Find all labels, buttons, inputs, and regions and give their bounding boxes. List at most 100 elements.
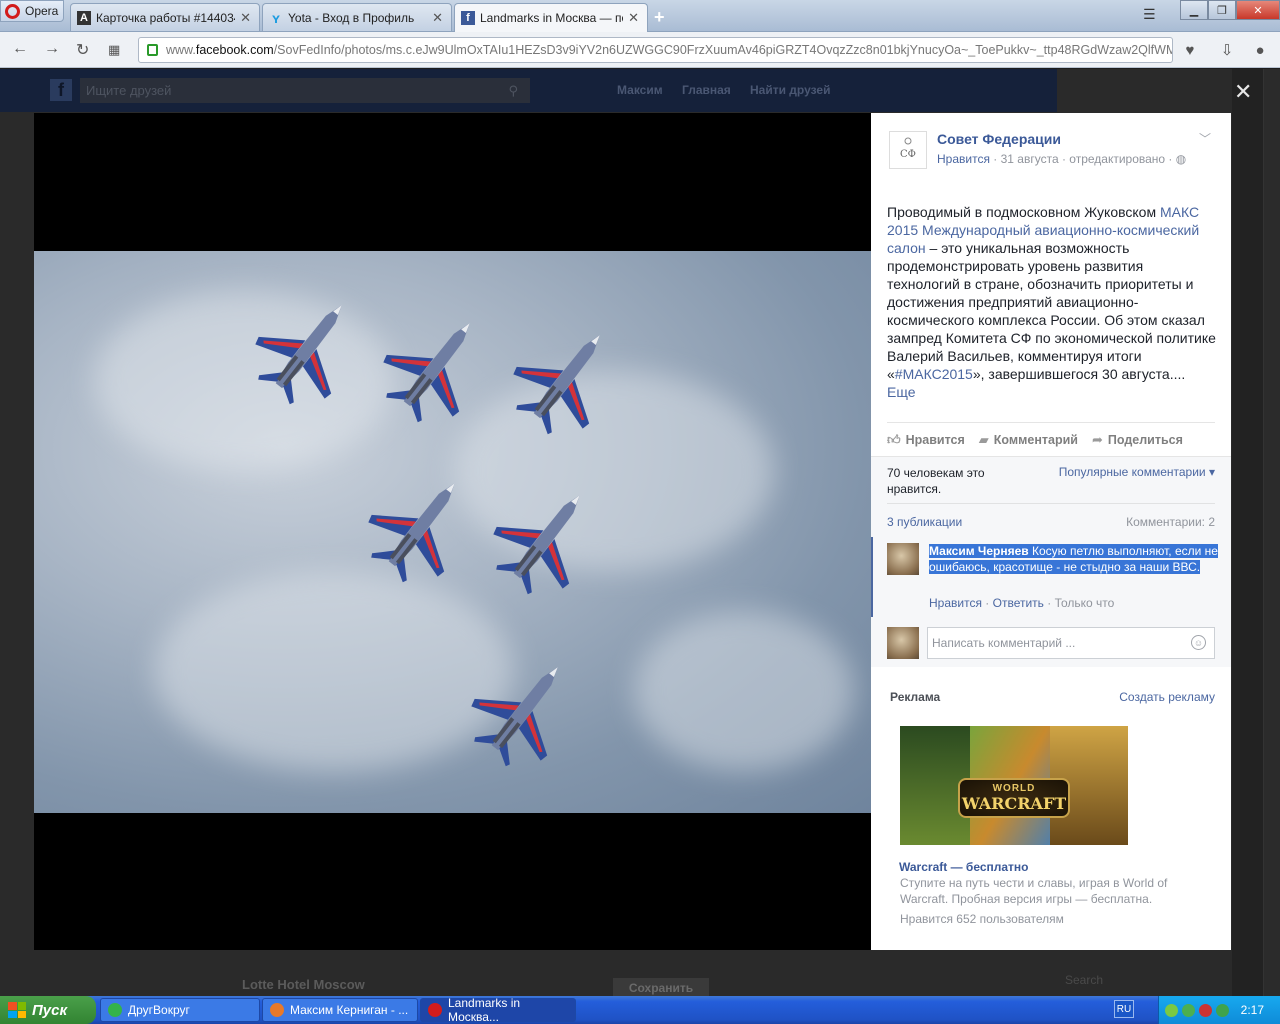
popular-comments-dropdown[interactable]: Популярные комментарии ▾ [1059, 465, 1215, 479]
tab-yota[interactable]: ʏ Yota - Вход в Профиль ✕ [262, 3, 452, 31]
maximize-button[interactable]: ❐ [1208, 0, 1236, 20]
new-tab-button[interactable]: + [654, 7, 665, 28]
windows-taskbar: Пуск ДругВокруг Максим Керниган - ... La… [0, 996, 1280, 1024]
comment-reply-link[interactable]: Ответить [993, 596, 1044, 610]
comment-time: Только что [1054, 596, 1115, 610]
post-text: Проводимый в подмосковном Жуковском МАКС… [887, 204, 1216, 400]
likes-count[interactable]: 70 человекам это нравится. [887, 465, 1007, 497]
nav-home[interactable]: Главная [682, 83, 731, 97]
windows-flag-icon [8, 1002, 26, 1018]
tab-title: Yota - Вход в Профиль [288, 10, 415, 25]
search-icon[interactable]: ⚲ [508, 78, 518, 103]
post-date: · 31 августа · отредактировано · [989, 152, 1176, 166]
ad-likes: Нравится 652 пользователям [900, 912, 1064, 926]
facebook-logo-icon[interactable]: f [50, 79, 72, 101]
address-toolbar: ← → ↻ ▦ www.facebook.com/SovFedInfo/phot… [0, 32, 1280, 68]
photo-aerobatic-jets[interactable] [34, 251, 871, 813]
close-icon[interactable]: ✕ [240, 10, 251, 26]
nav-find-friends[interactable]: Найти друзей [750, 83, 830, 97]
post-meta: Нравится · 31 августа · отредактировано … [937, 152, 1186, 166]
commenter-avatar[interactable] [887, 543, 919, 575]
tray-update-icon[interactable] [1216, 1003, 1229, 1017]
comment-button[interactable]: ▰ Комментарий [979, 432, 1078, 448]
window-close-button[interactable]: ✕ [1236, 0, 1280, 20]
tab-title: Landmarks in Москва — поиск [480, 11, 623, 25]
opera-menu-button[interactable]: Opera [0, 0, 64, 22]
tab-menu-icon[interactable]: ☰ [1143, 6, 1156, 23]
system-tray: 2:17 [1158, 996, 1280, 1024]
background-save-button[interactable]: Сохранить [613, 978, 709, 998]
comment-like-link[interactable]: Нравится [929, 596, 982, 610]
comment-bubble-icon: ▰ [978, 431, 989, 447]
nav-profile[interactable]: Максим [617, 83, 663, 97]
federation-council-logo-icon: СФ [900, 137, 916, 160]
ad-description: Ступите на путь чести и славы, играя в W… [900, 876, 1168, 906]
start-label: Пуск [32, 1001, 68, 1019]
page-like-link[interactable]: Нравится [937, 152, 990, 166]
close-icon[interactable]: ✕ [432, 10, 443, 26]
tab-landmarks[interactable]: f Landmarks in Москва — поиск ✕ [454, 3, 648, 32]
like-button[interactable]: 👍︎ Нравится [887, 432, 965, 448]
composer-avatar [887, 627, 919, 659]
chevron-down-icon[interactable]: ﹀ [1199, 130, 1211, 147]
facebook-search-input[interactable]: Ищите друзей ⚲ [80, 78, 530, 103]
share-button[interactable]: ➦ Поделиться [1092, 432, 1183, 448]
shares-link[interactable]: 3 публикации [887, 515, 962, 529]
hashtag-link[interactable]: #МАКС2015 [895, 366, 973, 382]
firefox-icon [270, 1003, 284, 1017]
page-name-link[interactable]: Совет Федерации [937, 131, 1061, 147]
emoji-icon[interactable]: ☺ [1191, 635, 1206, 650]
taskbar-item-opera[interactable]: Landmarks in Москва... [420, 996, 576, 1024]
facebook-icon: f [461, 11, 475, 25]
start-button[interactable]: Пуск [0, 996, 96, 1024]
download-icon[interactable]: ⇩ [1215, 38, 1239, 62]
tray-app-icon[interactable] [1182, 1003, 1195, 1017]
close-icon[interactable]: ✕ [628, 10, 639, 26]
photo-viewer [34, 113, 871, 950]
tray-network-icon[interactable] [1165, 1003, 1178, 1017]
tab-card[interactable]: A Карточка работы #1440349 ✕ [70, 3, 260, 31]
warcraft-ad-image[interactable]: WORLD WARCRAFT [900, 726, 1128, 845]
close-photo-icon[interactable]: ✕ [1234, 79, 1252, 105]
ads-header: Реклама [890, 690, 941, 704]
ad-title-link[interactable]: Warcraft — бесплатно [899, 860, 1029, 874]
reload-icon[interactable]: ↻ [76, 40, 89, 60]
thumbs-up-icon: 👍︎ [887, 431, 901, 447]
taskbar-item-drugvokrug[interactable]: ДругВокруг [100, 998, 260, 1022]
back-arrow-icon[interactable]: ← [12, 40, 28, 58]
language-indicator[interactable]: RU [1114, 1000, 1134, 1018]
forward-arrow-icon[interactable]: → [44, 40, 60, 58]
jets-formation [237, 276, 636, 783]
share-arrow-icon: ➦ [1091, 431, 1103, 447]
minimize-button[interactable]: ▁ [1180, 0, 1208, 20]
tab-title: Карточка работы #1440349 [96, 10, 236, 25]
see-more-link[interactable]: Еще [887, 384, 916, 400]
drugvokrug-icon [108, 1003, 122, 1017]
url-text: www.facebook.com/SovFedInfo/photos/ms.c.… [166, 43, 1173, 57]
page-avatar[interactable]: СФ [889, 131, 927, 169]
tray-security-icon[interactable] [1199, 1003, 1212, 1017]
comment-input[interactable]: Написать комментарий ... ☺ [927, 627, 1215, 659]
browser-tab-strip: Opera A Карточка работы #1440349 ✕ ʏ Yot… [0, 0, 1280, 32]
lock-icon [147, 44, 158, 56]
user-icon[interactable]: ● [1248, 38, 1272, 62]
background-place-title: Lotte Hotel Moscow [242, 977, 365, 992]
comment-item: Максим Черняев Косую петлю выполняют, ес… [871, 537, 1231, 617]
speed-dial-grid-icon[interactable]: ▦ [108, 42, 120, 58]
post-side-panel: СФ Совет Федерации Нравится · 31 августа… [871, 113, 1231, 950]
create-ad-link[interactable]: Создать рекламу [1119, 690, 1215, 704]
divider [887, 503, 1215, 504]
comment-author-link[interactable]: Максим Черняев [929, 544, 1029, 558]
page-scrollbar[interactable] [1263, 69, 1280, 996]
letter-a-icon: A [77, 10, 91, 25]
heart-icon[interactable]: ♥ [1178, 38, 1202, 62]
search-placeholder: Ищите друзей [86, 83, 172, 98]
taskbar-item-firefox[interactable]: Максим Керниган - ... [262, 998, 418, 1022]
opera-logo-icon [5, 3, 20, 19]
comment-input-placeholder: Написать комментарий ... [932, 636, 1076, 650]
warcraft-logo: WORLD WARCRAFT [958, 778, 1070, 818]
address-bar[interactable]: www.facebook.com/SovFedInfo/photos/ms.c.… [138, 37, 1173, 63]
comments-section: 70 человекам это нравится. Популярные ко… [871, 456, 1231, 667]
background-search-label: Search [1065, 973, 1104, 987]
comments-count: Комментарии: 2 [1126, 515, 1215, 529]
